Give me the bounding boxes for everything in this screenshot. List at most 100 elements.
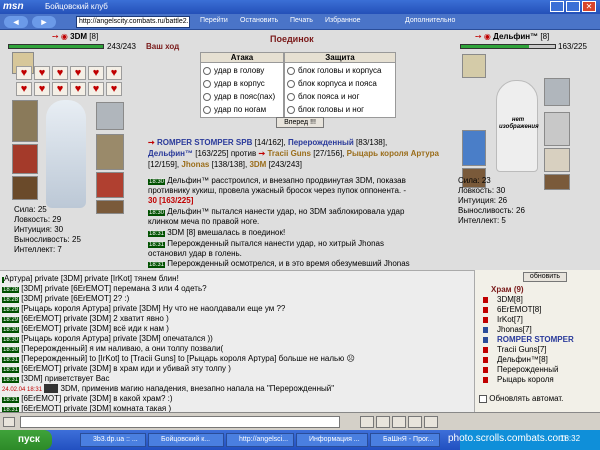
refresh-button[interactable]: обновить — [523, 272, 567, 282]
smile-icon[interactable] — [3, 417, 15, 427]
attack-option[interactable]: удар в голову — [203, 66, 264, 75]
checkbox-icon[interactable] — [479, 394, 487, 403]
defense-header: Защита — [285, 53, 395, 63]
heart-icon: ♥ — [88, 82, 104, 96]
clear-icon[interactable] — [376, 416, 390, 428]
taskbar-item[interactable]: Бойцовский к... — [148, 433, 224, 447]
left-stat-intellect: Интеллект: 7 — [14, 245, 62, 254]
online-list: обновить Храм (9) 3DM[8] 6ErEMOT[8] IrKo… — [474, 270, 600, 412]
flag-icon — [483, 317, 488, 323]
your-turn-label: Ваш ход — [146, 42, 180, 51]
left-stat-endurance: Выносливость: 25 — [14, 235, 81, 244]
heart-icon: ♥ — [16, 66, 32, 80]
left-fighter-level: [8] — [89, 32, 99, 41]
left-belt-slot[interactable] — [96, 200, 124, 214]
filter-icon[interactable] — [408, 416, 422, 428]
taskbar-item[interactable]: 3b3.dp.ua :: ... — [80, 433, 146, 447]
flag-icon — [483, 297, 488, 303]
defense-option[interactable]: блок пояса и ног — [287, 92, 359, 101]
battle-title: Поединок — [270, 34, 314, 44]
back-button[interactable]: ◄ — [4, 16, 28, 28]
right-shield-slot[interactable] — [544, 112, 570, 146]
right-hp-track — [460, 44, 556, 49]
minimize-icon[interactable] — [550, 1, 564, 12]
radio-icon[interactable] — [203, 66, 211, 75]
online-user[interactable]: Рыцарь короля — [497, 375, 554, 384]
battle-log-line: 18:31 Перерожденный осмотрелся, и в это … — [148, 259, 410, 268]
radio-icon[interactable] — [203, 79, 211, 88]
online-user[interactable]: 3DM[8] — [497, 295, 523, 304]
left-weapon-slot[interactable] — [12, 100, 38, 142]
left-helm-item[interactable] — [96, 102, 124, 130]
auto-update-checkbox[interactable]: Обновлять автомат. — [479, 394, 563, 403]
left-stat-agility: Ловкость: 29 — [14, 215, 62, 224]
attack-panel: Атака удар в голову удар в корпус удар в… — [200, 52, 284, 118]
left-boots-slot[interactable] — [12, 176, 38, 200]
radio-icon[interactable] — [203, 92, 211, 101]
defense-option[interactable]: блок корпуса и пояса — [287, 79, 377, 88]
more-button[interactable]: Дополнительно — [405, 17, 455, 24]
start-button[interactable]: пуск — [0, 430, 52, 450]
battle-log-line: 30 [163/225] — [148, 196, 194, 205]
flag-icon — [483, 327, 488, 333]
flag-icon — [483, 377, 488, 383]
settings-icon[interactable] — [392, 416, 406, 428]
attack-option[interactable]: удар в корпус — [203, 79, 265, 88]
right-stat-intellect: Интеллект: 5 — [458, 216, 506, 225]
online-user[interactable]: Перерожденный — [497, 365, 558, 374]
taskbar-item[interactable]: БаШнЯ - Прог... — [370, 433, 440, 447]
online-user[interactable]: ROMPER STOMPER — [497, 335, 574, 344]
left-shield-slot[interactable] — [96, 134, 124, 170]
heart-icon: ♥ — [52, 66, 68, 80]
chat-input[interactable] — [20, 416, 340, 428]
battle-log-line: клинком меча по правой ноге. — [148, 217, 260, 226]
msn-logo: msn — [3, 1, 24, 12]
send-icon[interactable] — [360, 416, 374, 428]
taskbar-item[interactable]: Информация ... — [296, 433, 368, 447]
browser-toolbar: ◄ ► http://angelscity.combats.ru/battle2… — [0, 14, 600, 30]
heart-icon: ♥ — [16, 82, 32, 96]
right-hp-text: 163/225 — [558, 42, 587, 51]
maximize-icon[interactable] — [566, 1, 580, 12]
right-armor-slot[interactable] — [462, 130, 486, 166]
favorites-button[interactable]: Избранное — [325, 17, 360, 24]
close-icon[interactable]: ✕ — [582, 1, 596, 12]
forward-battle-button[interactable]: Вперед !!! — [276, 117, 324, 128]
exit-icon[interactable] — [424, 416, 438, 428]
heart-icon: ♥ — [70, 66, 86, 80]
radio-icon[interactable] — [287, 92, 295, 101]
defense-option[interactable]: блок головы и ног — [287, 105, 364, 114]
right-helm-item[interactable] — [544, 78, 570, 106]
online-user[interactable]: Tracii Guns[7] — [497, 345, 547, 354]
address-bar[interactable]: http://angelscity.combats.ru/battle2.ht — [76, 16, 190, 28]
attack-option[interactable]: удар по ногам — [203, 105, 266, 114]
online-user[interactable]: Jhonas[7] — [497, 325, 532, 334]
flag-icon — [483, 337, 488, 343]
radio-icon[interactable] — [287, 105, 295, 114]
left-armor-slot[interactable] — [12, 144, 38, 174]
no-image-label: нет изображения — [499, 117, 539, 130]
go-button[interactable]: Перейти — [200, 17, 228, 24]
heart-icon: ♥ — [106, 82, 122, 96]
taskbar-item[interactable]: http://angelsci... — [226, 433, 294, 447]
online-user[interactable]: IrKot[7] — [497, 315, 523, 324]
online-user[interactable]: Дельфин™[8] — [497, 355, 548, 364]
radio-icon[interactable] — [203, 105, 211, 114]
stop-button[interactable]: Остановить — [240, 17, 278, 24]
teams-line-2: Дельфин™ [163/225] против ➙ Tracii Guns … — [148, 149, 439, 158]
attack-option[interactable]: удар в пояс(пах) — [203, 92, 275, 101]
right-helmet-slot[interactable] — [462, 54, 486, 78]
forward-button[interactable]: ► — [32, 16, 56, 28]
right-boots-slot[interactable] — [544, 174, 570, 190]
left-gloves-slot[interactable] — [96, 172, 124, 198]
left-stat-intuition: Интуиция: 30 — [14, 225, 64, 234]
print-button[interactable]: Печать — [290, 17, 313, 24]
online-user[interactable]: 6ErEMOT[8] — [497, 305, 541, 314]
room-title: Храм (9) — [491, 285, 524, 294]
battle-log-line: 18:31 3DM [8] вмешалась в поединок! — [148, 228, 286, 237]
left-fighter-name: 3DM — [70, 32, 88, 41]
right-gloves-slot[interactable] — [544, 148, 570, 172]
radio-icon[interactable] — [287, 79, 295, 88]
defense-option[interactable]: блок головы и корпуса — [287, 66, 381, 75]
radio-icon[interactable] — [287, 66, 295, 75]
